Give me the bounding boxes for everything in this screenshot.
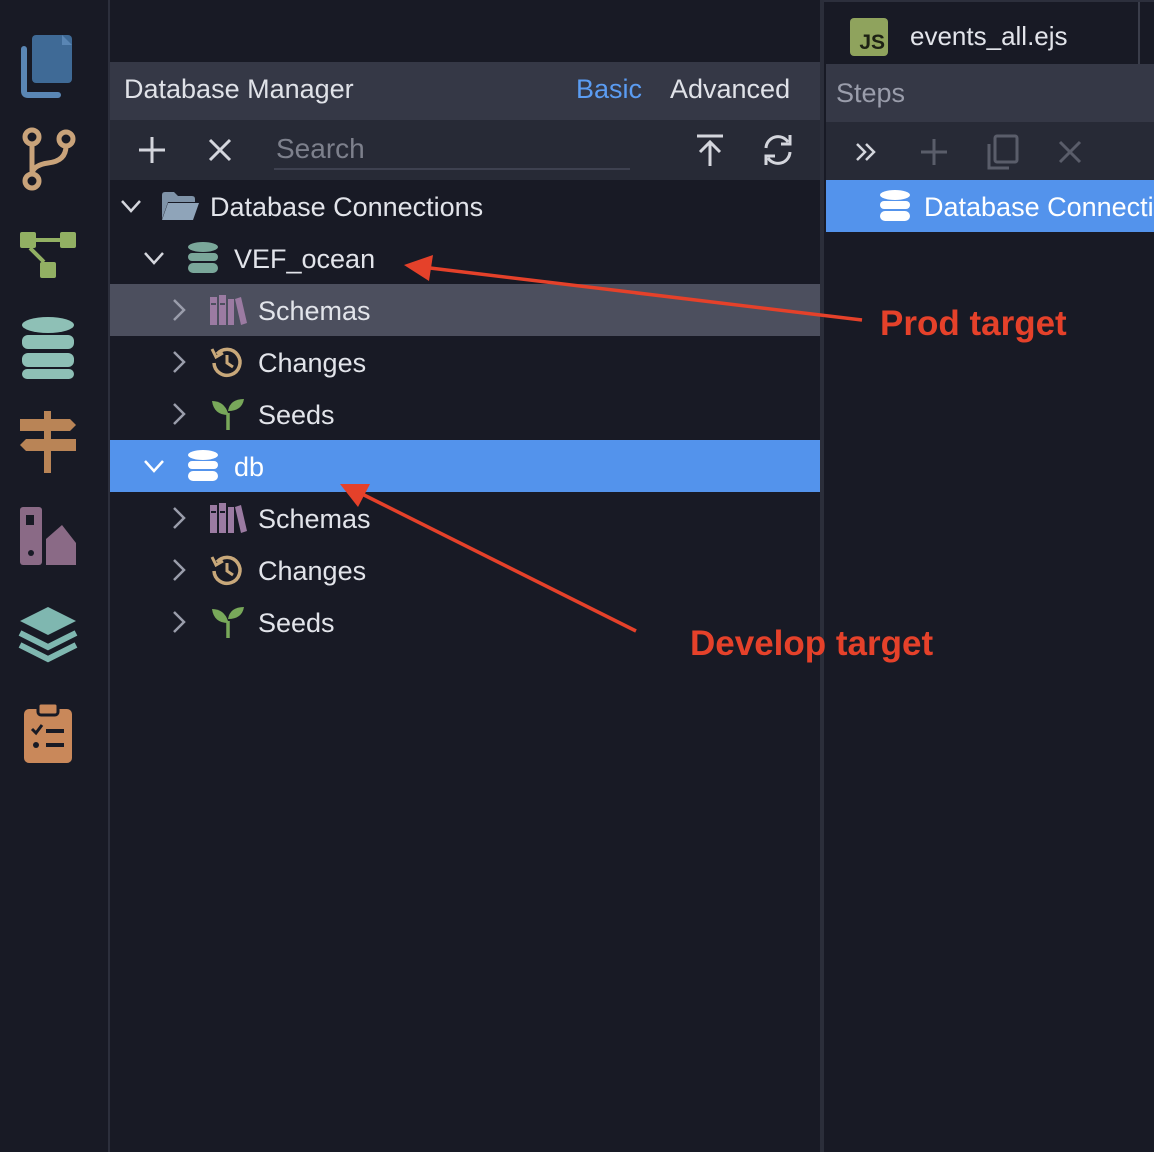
- tree-connection-db[interactable]: db: [110, 440, 820, 492]
- database-manager-panel: Database Manager Basic Advanced Search D…: [110, 62, 820, 1152]
- add-step-button[interactable]: [914, 132, 954, 172]
- steps-header: Steps: [826, 64, 1154, 122]
- books-icon: [210, 503, 247, 533]
- tree-item-schemas[interactable]: Schemas: [110, 492, 820, 544]
- tree-root-label: Database Connections: [210, 192, 484, 222]
- delete-step-button[interactable]: [1050, 132, 1090, 172]
- connection-label: db: [234, 452, 265, 482]
- tree-item-label: Schemas: [258, 504, 371, 534]
- step-item-label: Database Connecti: [924, 192, 1154, 222]
- remove-connection-button[interactable]: [200, 130, 240, 170]
- signpost-icon[interactable]: [14, 408, 82, 476]
- close-icon: [1058, 140, 1082, 164]
- git-branch-icon[interactable]: [14, 126, 82, 194]
- panel-header: Database Manager Basic Advanced: [110, 62, 820, 120]
- chevron-right-icon[interactable]: [165, 505, 191, 531]
- sprout-icon: [212, 607, 244, 638]
- mode-basic-tab[interactable]: Basic: [576, 74, 642, 105]
- tree-item-label: Schemas: [258, 296, 371, 326]
- search-input[interactable]: [274, 130, 630, 170]
- steps-toolbar: [826, 122, 1154, 180]
- tree-item-seeds[interactable]: Seeds: [110, 388, 820, 440]
- clipboard-icon[interactable]: [14, 698, 82, 766]
- history-icon: [210, 555, 242, 586]
- tab-label: events_all.ejs: [910, 21, 1068, 51]
- folder-open-icon: [162, 192, 199, 220]
- swatch-icon[interactable]: [14, 502, 82, 570]
- books-icon: [210, 295, 247, 325]
- expand-button[interactable]: [846, 132, 886, 172]
- connection-label: VEF_ocean: [234, 244, 376, 274]
- copy-icon: [987, 134, 1019, 170]
- files-icon[interactable]: [14, 32, 82, 100]
- sprout-icon: [212, 399, 244, 430]
- tree-item-label: Seeds: [258, 400, 335, 430]
- steps-panel: Steps Database Connecti: [826, 64, 1154, 1152]
- refresh-button[interactable]: [758, 130, 798, 170]
- tree-item-changes[interactable]: Changes: [110, 544, 820, 596]
- database-icon: [188, 450, 218, 481]
- chevron-down-icon[interactable]: [118, 193, 144, 219]
- layers-icon[interactable]: [14, 598, 82, 666]
- step-item-database-connection[interactable]: Database Connecti: [826, 180, 1154, 232]
- diagram-icon[interactable]: [14, 220, 82, 288]
- mode-advanced-tab[interactable]: Advanced: [670, 74, 790, 105]
- chevron-down-icon[interactable]: [141, 453, 167, 479]
- plus-icon: [139, 137, 165, 163]
- history-icon: [210, 347, 242, 378]
- plus-icon: [921, 139, 947, 165]
- refresh-icon: [764, 135, 792, 165]
- tree-root-database-connections[interactable]: Database Connections: [110, 180, 820, 232]
- editor-tab-bar: JS events_all.ejs: [824, 0, 1154, 66]
- close-icon: [208, 138, 232, 162]
- database-icon: [188, 242, 218, 273]
- double-chevron-right-icon: [856, 143, 876, 161]
- develop-target-annotation: Develop target: [690, 624, 934, 663]
- chevron-right-icon[interactable]: [165, 401, 191, 427]
- tab-events-all[interactable]: JS events_all.ejs: [824, 2, 1140, 66]
- tree-item-schemas[interactable]: Schemas: [110, 284, 820, 336]
- chevron-right-icon[interactable]: [165, 349, 191, 375]
- tree-item-label: Seeds: [258, 608, 335, 638]
- chevron-right-icon[interactable]: [165, 609, 191, 635]
- tree-item-label: Changes: [258, 348, 367, 378]
- database-icon: [880, 190, 910, 221]
- prod-target-annotation: Prod target: [880, 304, 1067, 343]
- database-icon[interactable]: [14, 314, 82, 382]
- panel-toolbar: [110, 120, 820, 180]
- js-file-icon: JS: [850, 18, 888, 56]
- upload-icon: [697, 134, 723, 166]
- chevron-down-icon[interactable]: [141, 245, 167, 271]
- tree-item-changes[interactable]: Changes: [110, 336, 820, 388]
- tree-connection-vef-ocean[interactable]: VEF_ocean: [110, 232, 820, 284]
- activity-bar: [0, 0, 110, 1152]
- chevron-right-icon[interactable]: [165, 557, 191, 583]
- add-connection-button[interactable]: [132, 130, 172, 170]
- panel-title: Database Manager: [124, 74, 354, 104]
- chevron-right-icon[interactable]: [165, 297, 191, 323]
- copy-step-button[interactable]: [982, 132, 1022, 172]
- steps-title: Steps: [836, 78, 906, 108]
- collapse-all-button[interactable]: [690, 130, 730, 170]
- panel-splitter[interactable]: [820, 0, 824, 1152]
- tree-item-label: Changes: [258, 556, 367, 586]
